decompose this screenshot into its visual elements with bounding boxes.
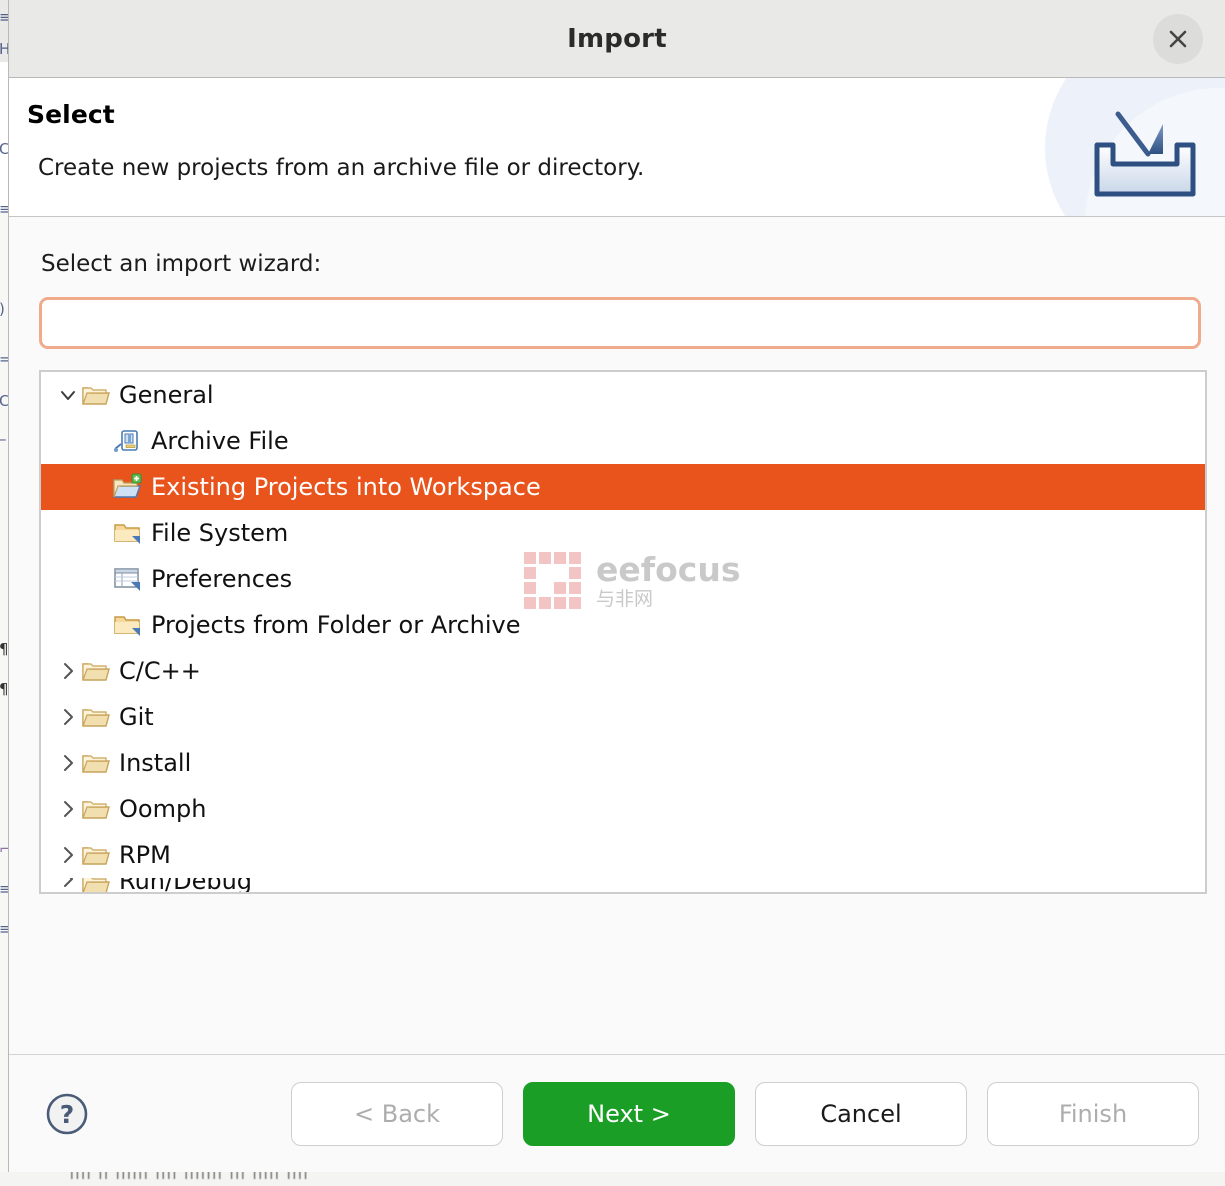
- cancel-button[interactable]: Cancel: [755, 1081, 967, 1146]
- tree-item-label: C/C++: [119, 657, 201, 685]
- tree-item[interactable]: Git: [41, 694, 1205, 740]
- dialog-titlebar: Import: [9, 0, 1225, 78]
- folder-arrow-icon: [114, 616, 140, 636]
- open-folder-icon: [82, 663, 110, 681]
- tree-item[interactable]: Preferences: [41, 556, 1205, 602]
- finish-button: Finish: [987, 1081, 1199, 1146]
- tree-item[interactable]: RPM: [41, 832, 1205, 878]
- open-folder-icon: [81, 380, 115, 410]
- open-folder-icon: [81, 702, 115, 732]
- filter-label: Select an import wizard:: [41, 251, 322, 277]
- tree-twisty[interactable]: [55, 707, 81, 727]
- tree-item[interactable]: Run/Debug: [41, 878, 1205, 894]
- open-folder-icon: [81, 794, 115, 824]
- background-window-taskbar: ıllı ıl ıllılı ıllı ıllıllı llı llıll ıl…: [0, 1172, 1225, 1186]
- open-folder-icon: [82, 387, 110, 405]
- dialog-content: Select an import wizard: General Archive …: [9, 217, 1225, 1054]
- tree-item-label: Existing Projects into Workspace: [151, 473, 541, 501]
- back-button: < Back: [291, 1081, 503, 1146]
- chevron-right-icon[interactable]: [58, 845, 78, 865]
- chevron-right-icon[interactable]: [58, 753, 78, 773]
- dialog-footer: ? < Back Next > Cancel Finish: [9, 1054, 1225, 1172]
- wizard-filter-input[interactable]: [39, 297, 1201, 349]
- next-button[interactable]: Next >: [523, 1081, 735, 1146]
- tree-item-label: Oomph: [119, 795, 207, 823]
- preferences-table-icon: [114, 568, 140, 591]
- open-folder-icon: [81, 840, 115, 870]
- folder-arrow-icon: [113, 518, 147, 548]
- tree-twisty[interactable]: [55, 385, 81, 405]
- tree-item[interactable]: Install: [41, 740, 1205, 786]
- tree-item-label: RPM: [119, 841, 171, 869]
- background-blurred-text: ıllı ıl ıllılı ıllı ıllıllı llı llıll ıl…: [70, 1172, 310, 1183]
- open-folder-icon: [82, 878, 110, 892]
- chevron-right-icon[interactable]: [58, 799, 78, 819]
- tree-twisty[interactable]: [55, 753, 81, 773]
- tree-item[interactable]: Projects from Folder or Archive: [41, 602, 1205, 648]
- tree-item[interactable]: Existing Projects into Workspace: [41, 464, 1205, 510]
- tree-twisty[interactable]: [55, 845, 81, 865]
- close-button[interactable]: [1153, 14, 1203, 64]
- preferences-table-icon: [113, 564, 147, 594]
- folder-plus-icon: [113, 473, 142, 498]
- import-dialog: Import Select Create new projects from a…: [8, 0, 1225, 1172]
- open-folder-icon: [81, 878, 115, 892]
- tree-item[interactable]: Oomph: [41, 786, 1205, 832]
- chevron-right-icon[interactable]: [58, 878, 78, 889]
- open-folder-icon: [81, 748, 115, 778]
- import-wizard-tree[interactable]: General Archive File Existing Projects int…: [39, 370, 1207, 894]
- tree-item-label: Install: [119, 749, 192, 777]
- tree-item-label: Archive File: [151, 427, 289, 455]
- tree-twisty[interactable]: [55, 661, 81, 681]
- archive-file-icon: [114, 430, 138, 452]
- open-folder-icon: [81, 656, 115, 686]
- chevron-down-icon[interactable]: [58, 385, 78, 405]
- dialog-banner: Select Create new projects from an archi…: [9, 78, 1225, 217]
- tree-item[interactable]: General: [41, 372, 1205, 418]
- tree-item[interactable]: File System: [41, 510, 1205, 556]
- close-icon: [1169, 30, 1187, 48]
- tree-item-label: Projects from Folder or Archive: [151, 611, 521, 639]
- dialog-button-row: < Back Next > Cancel Finish: [271, 1081, 1199, 1146]
- help-icon[interactable]: ?: [45, 1092, 89, 1136]
- archive-file-icon: [113, 426, 147, 456]
- tree-twisty[interactable]: [55, 799, 81, 819]
- import-tray-icon: [1094, 111, 1196, 197]
- open-folder-icon: [82, 755, 110, 773]
- folder-plus-icon: [113, 472, 147, 502]
- folder-arrow-icon: [114, 524, 140, 544]
- tree-twisty[interactable]: [55, 878, 81, 889]
- tree-item-label: Git: [119, 703, 154, 731]
- tree-item-label: Run/Debug: [119, 878, 253, 894]
- tree-item-label: Preferences: [151, 565, 293, 593]
- tree-item[interactable]: C/C++: [41, 648, 1205, 694]
- open-folder-icon: [82, 709, 110, 727]
- open-folder-icon: [82, 801, 110, 819]
- chevron-right-icon[interactable]: [58, 707, 78, 727]
- tree-item-label: General: [119, 381, 214, 409]
- dialog-title: Import: [567, 23, 667, 54]
- open-folder-icon: [82, 847, 110, 865]
- folder-arrow-icon: [113, 610, 147, 640]
- svg-text:?: ?: [60, 1100, 75, 1129]
- chevron-right-icon[interactable]: [58, 661, 78, 681]
- banner-artwork: [1025, 78, 1225, 216]
- tree-item[interactable]: Archive File: [41, 418, 1205, 464]
- tree-item-label: File System: [151, 519, 289, 547]
